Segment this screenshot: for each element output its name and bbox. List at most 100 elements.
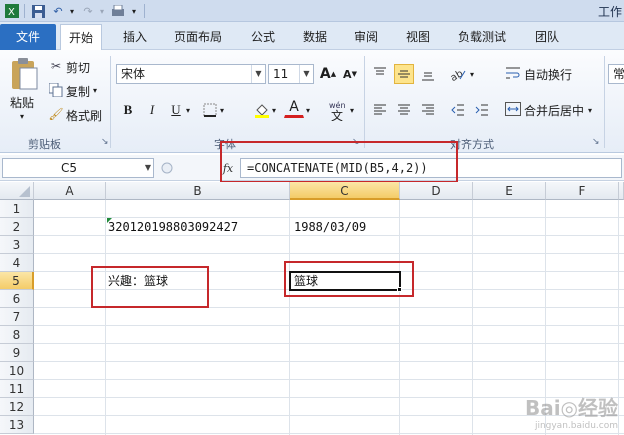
tab-formulas[interactable]: 公式 (243, 24, 283, 50)
tab-team[interactable]: 团队 (527, 24, 567, 50)
source-cell-highlight-box (91, 266, 209, 308)
select-all-corner[interactable] (0, 182, 34, 200)
fill-color-dropdown-icon[interactable]: ▾ (272, 106, 276, 115)
column-header-c[interactable]: C (290, 182, 400, 200)
qa-divider (24, 4, 25, 18)
italic-button[interactable]: I (142, 100, 162, 120)
tab-data[interactable]: 数据 (295, 24, 335, 50)
phonetic-dropdown-icon[interactable]: ▾ (350, 106, 354, 115)
chevron-down-icon[interactable]: ▼ (251, 65, 265, 83)
tab-page-layout[interactable]: 页面布局 (166, 24, 230, 50)
cell-b2[interactable]: 320120198803092427 (108, 218, 238, 236)
column-header-b[interactable]: B (106, 182, 290, 200)
merge-dropdown-icon[interactable]: ▾ (588, 106, 592, 115)
font-name-select[interactable]: 宋体 ▼ (116, 64, 266, 84)
decrease-indent-button[interactable] (448, 100, 468, 120)
align-right-button[interactable] (418, 100, 438, 120)
fill-color-icon[interactable] (252, 100, 272, 120)
column-header-f[interactable]: F (546, 182, 619, 200)
wrap-text-button[interactable]: 自动换行 (524, 66, 572, 83)
orientation-dropdown-icon[interactable]: ▾ (470, 70, 474, 79)
customize-qa-icon[interactable]: ▾ (126, 3, 142, 19)
row-header-5[interactable]: 5 (0, 272, 34, 290)
gridline (34, 433, 624, 434)
paste-dropdown-icon[interactable]: ▾ (20, 112, 24, 121)
paste-icon[interactable] (8, 56, 40, 92)
chevron-down-icon[interactable]: ▼ (145, 159, 151, 177)
name-box[interactable]: C5 ▼ (2, 158, 154, 178)
row-header-12[interactable]: 12 (0, 398, 34, 416)
format-painter-button[interactable]: 格式刷 (66, 107, 102, 124)
align-left-button[interactable] (370, 100, 390, 120)
borders-dropdown-icon[interactable]: ▾ (220, 106, 224, 115)
tab-home[interactable]: 开始 (60, 24, 103, 50)
result-cell-highlight-box (284, 261, 414, 297)
phonetic-guide-icon[interactable]: wén 文 (326, 98, 350, 122)
align-top-button[interactable] (370, 64, 390, 84)
format-painter-icon[interactable]: 🖌 (48, 106, 64, 122)
row-header-13[interactable]: 13 (0, 416, 34, 434)
number-format-select[interactable]: 常 (608, 64, 624, 84)
tab-file[interactable]: 文件 (0, 24, 56, 50)
row-header-11[interactable]: 11 (0, 380, 34, 398)
orientation-icon[interactable]: ab (448, 64, 468, 84)
font-size-select[interactable]: 11 ▼ (268, 64, 314, 84)
redo-dropdown-icon[interactable]: ▾ (94, 3, 110, 19)
row-header-9[interactable]: 9 (0, 344, 34, 362)
ribbon-tabs: 文件 开始 插入 页面布局 公式 数据 审阅 视图 负载测试 团队 (0, 22, 624, 50)
shrink-font-glyph: A (343, 67, 352, 81)
row-header-10[interactable]: 10 (0, 362, 34, 380)
merge-center-icon[interactable] (504, 100, 522, 118)
borders-icon[interactable] (200, 100, 220, 120)
row-header-6[interactable]: 6 (0, 290, 34, 308)
gridline (34, 361, 624, 362)
font-color-dropdown-icon[interactable]: ▾ (306, 106, 310, 115)
gridline (34, 325, 624, 326)
column-header-e[interactable]: E (473, 182, 546, 200)
align-center-button[interactable] (394, 100, 414, 120)
column-header-d[interactable]: D (400, 182, 473, 200)
merge-center-button[interactable]: 合并后居中 (524, 102, 584, 119)
copy-dropdown-icon[interactable]: ▾ (93, 86, 97, 95)
tab-review[interactable]: 审阅 (346, 24, 386, 50)
align-bottom-button[interactable] (418, 64, 438, 84)
clipboard-group-label: 剪贴板 (28, 138, 61, 151)
print-preview-icon[interactable] (110, 3, 126, 19)
align-middle-button[interactable] (394, 64, 414, 84)
font-color-button[interactable]: A (284, 98, 304, 118)
cut-button[interactable]: 剪切 (66, 59, 90, 76)
group-divider (604, 56, 605, 148)
tab-load-test[interactable]: 负载测试 (450, 24, 514, 50)
row-header-4[interactable]: 4 (0, 254, 34, 272)
cut-icon[interactable]: ✂ (48, 58, 64, 74)
watermark-url: jingyan.baidu.com (534, 421, 618, 431)
shrink-font-button[interactable]: A ▼ (340, 64, 360, 84)
increase-indent-button[interactable] (472, 100, 492, 120)
chevron-down-icon[interactable]: ▼ (299, 65, 313, 83)
alignment-launcher-icon[interactable]: ↘ (592, 137, 600, 147)
column-header-a[interactable]: A (34, 182, 106, 200)
row-header-3[interactable]: 3 (0, 236, 34, 254)
copy-icon[interactable] (48, 82, 64, 98)
paste-label[interactable]: 粘贴 (10, 94, 34, 111)
undo-dropdown-icon[interactable]: ▾ (64, 3, 80, 19)
row-header-8[interactable]: 8 (0, 326, 34, 344)
grow-font-button[interactable]: A ▲ (318, 64, 338, 84)
resize-handle-icon[interactable] (160, 161, 174, 175)
worksheet-grid[interactable]: A B C D E F 1 2 3 4 5 6 7 8 9 10 11 12 1… (0, 182, 624, 435)
cell-c2[interactable]: 1988/03/09 (294, 218, 366, 236)
tab-insert[interactable]: 插入 (115, 24, 155, 50)
wrap-text-icon[interactable] (504, 64, 522, 82)
underline-button[interactable]: U (166, 100, 186, 120)
row-header-2[interactable]: 2 (0, 218, 34, 236)
tab-view[interactable]: 视图 (398, 24, 438, 50)
row-header-7[interactable]: 7 (0, 308, 34, 326)
column-header-next[interactable] (619, 182, 624, 200)
clipboard-launcher-icon[interactable]: ↘ (101, 137, 109, 147)
row-header-1[interactable]: 1 (0, 200, 34, 218)
copy-button[interactable]: 复制 (66, 83, 90, 100)
bold-button[interactable]: B (118, 100, 138, 120)
save-icon[interactable] (30, 3, 46, 19)
underline-dropdown-icon[interactable]: ▾ (186, 106, 190, 115)
svg-text:X: X (8, 7, 15, 18)
